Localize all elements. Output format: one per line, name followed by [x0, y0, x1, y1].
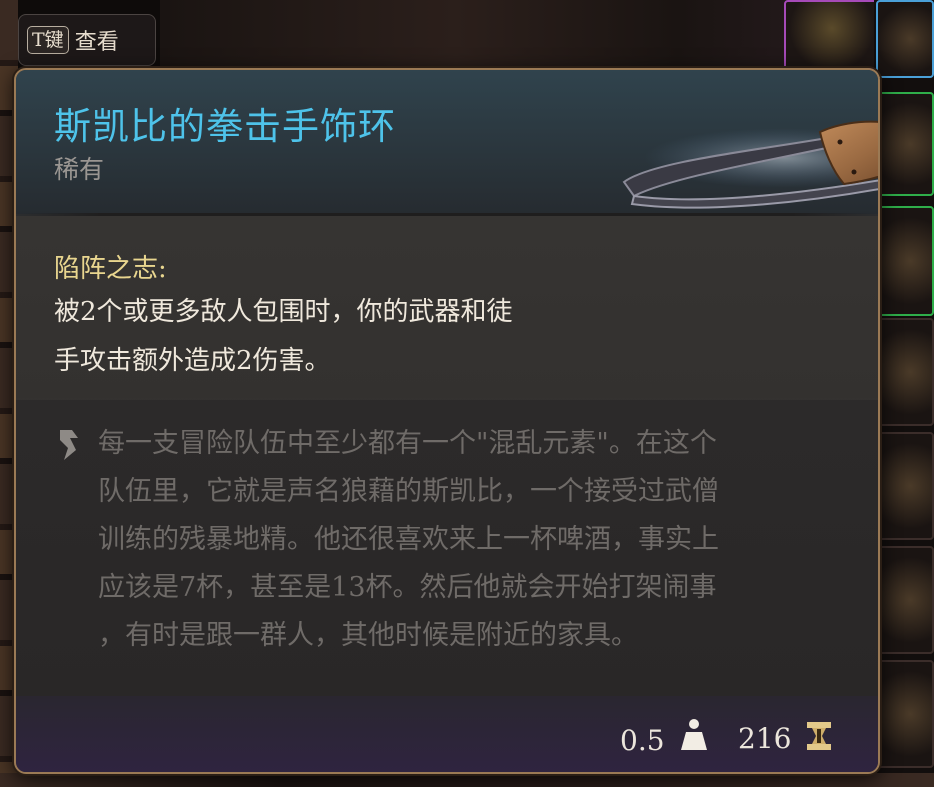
- passive-description: 被2个或更多敌人包围时，你的武器和徒 手攻击额外造成2伤害。: [54, 288, 634, 386]
- item-tooltip: 斯凯比的拳击手饰环 稀有 陷阵之志: 被2个或更多敌人包围时，你的武器和徒 手攻…: [14, 68, 880, 774]
- gold-coin-icon: [807, 722, 831, 750]
- inventory-slot[interactable]: [876, 0, 934, 78]
- passive-section: 陷阵之志: 被2个或更多敌人包围时，你的武器和徒 手攻击额外造成2伤害。: [16, 216, 878, 398]
- flavor-line: ，有时是跟一群人，其他时候是附近的家具。: [98, 620, 638, 651]
- item-value: 216: [738, 722, 792, 755]
- flavor-line: 队伍里，它就是声名狼藉的斯凯比，一个接受过武僧: [98, 476, 719, 507]
- tooltip-header: 斯凯比的拳击手饰环 稀有: [16, 70, 878, 214]
- leather-collar-icon: [622, 120, 878, 209]
- inventory-slot[interactable]: [876, 206, 934, 316]
- inventory-slot[interactable]: [876, 318, 934, 426]
- weight-icon: [681, 719, 707, 750]
- keybind-key: T键: [27, 26, 69, 54]
- quote-mark-icon: [60, 430, 78, 460]
- inventory-slot[interactable]: [876, 546, 934, 654]
- passive-description-line: 被2个或更多敌人包围时，你的武器和徒: [54, 297, 513, 327]
- item-name: 斯凯比的拳击手饰环: [54, 105, 396, 148]
- flavor-section: 每一支冒险队伍中至少都有一个"混乱元素"。在这个 队伍里，它就是声名狼藉的斯凯比…: [16, 400, 878, 696]
- flavor-line: 每一支冒险队伍中至少都有一个"混乱元素"。在这个: [98, 428, 717, 459]
- passive-name: 陷阵之志:: [54, 254, 167, 284]
- inventory-background-bottom: [0, 773, 934, 787]
- item-rarity: 稀有: [54, 155, 105, 184]
- flavor-text: 每一支冒险队伍中至少都有一个"混乱元素"。在这个 队伍里，它就是声名狼藉的斯凯比…: [98, 420, 844, 660]
- passive-description-line: 手攻击额外造成2伤害。: [54, 346, 331, 376]
- item-weight: 0.5: [620, 724, 665, 757]
- flavor-line: 应该是7杯，甚至是13杯。然后他就会开始打架闹事: [98, 572, 717, 603]
- inventory-background-right: [874, 0, 934, 787]
- inventory-slot[interactable]: [876, 92, 934, 196]
- examine-hint-label: 查看: [74, 30, 119, 55]
- inventory-slot[interactable]: [876, 432, 934, 540]
- flavor-line: 训练的残暴地精。他还很喜欢来上一杯啤酒，事实上: [98, 524, 719, 555]
- inventory-screen: T键 查看 斯凯比的拳击手饰环 稀有 陷阵之志: 被2个或更多敌人包围时，你的武…: [0, 0, 934, 787]
- tooltip-footer: 0.5 216: [16, 696, 878, 772]
- inventory-slot-amulet[interactable]: [784, 0, 880, 70]
- inventory-slot[interactable]: [876, 660, 934, 768]
- examine-hint: T键 查看: [18, 14, 156, 66]
